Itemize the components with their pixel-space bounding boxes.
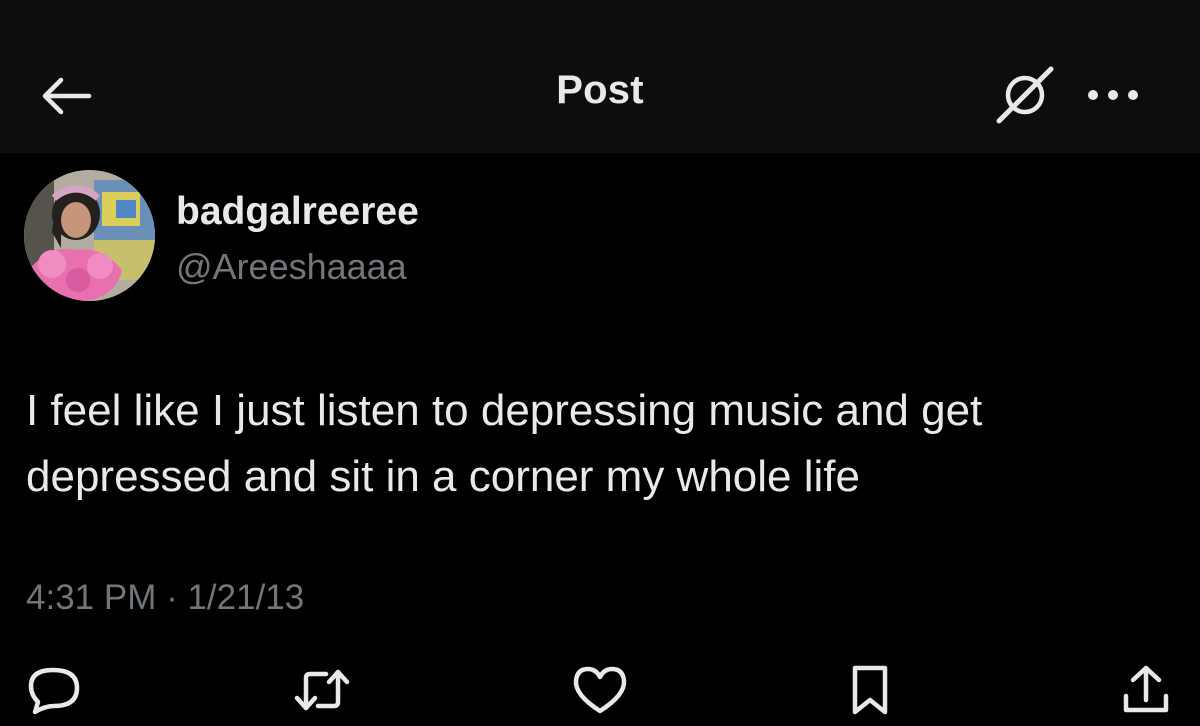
author-display-name[interactable]: badgalreeree (176, 190, 419, 234)
reply-button[interactable] (22, 660, 86, 720)
arrow-left-icon (42, 77, 92, 115)
bookmark-button[interactable] (838, 660, 902, 720)
author-handle[interactable]: @Areeshaaaa (176, 246, 407, 288)
heart-icon (573, 666, 627, 714)
share-upload-icon (1123, 665, 1169, 713)
more-options-button[interactable] (1082, 70, 1144, 120)
post-timestamp: 4:31 PM · 1/21/13 (26, 578, 305, 617)
share-button[interactable] (1114, 660, 1178, 720)
speech-bubble-icon (28, 667, 80, 715)
top-bar: Post (0, 0, 1200, 153)
grok-button[interactable] (990, 62, 1060, 128)
like-button[interactable] (568, 660, 632, 720)
bookmark-icon (852, 665, 888, 715)
more-horizontal-icon (1088, 90, 1138, 100)
grok-icon (996, 66, 1054, 124)
post-text: I feel like I just listen to depressing … (26, 386, 983, 501)
repost-button[interactable] (290, 660, 354, 720)
repost-arrows-icon (294, 669, 350, 711)
avatar[interactable] (24, 170, 155, 301)
back-button[interactable] (36, 68, 96, 124)
profile-photo (24, 170, 155, 301)
